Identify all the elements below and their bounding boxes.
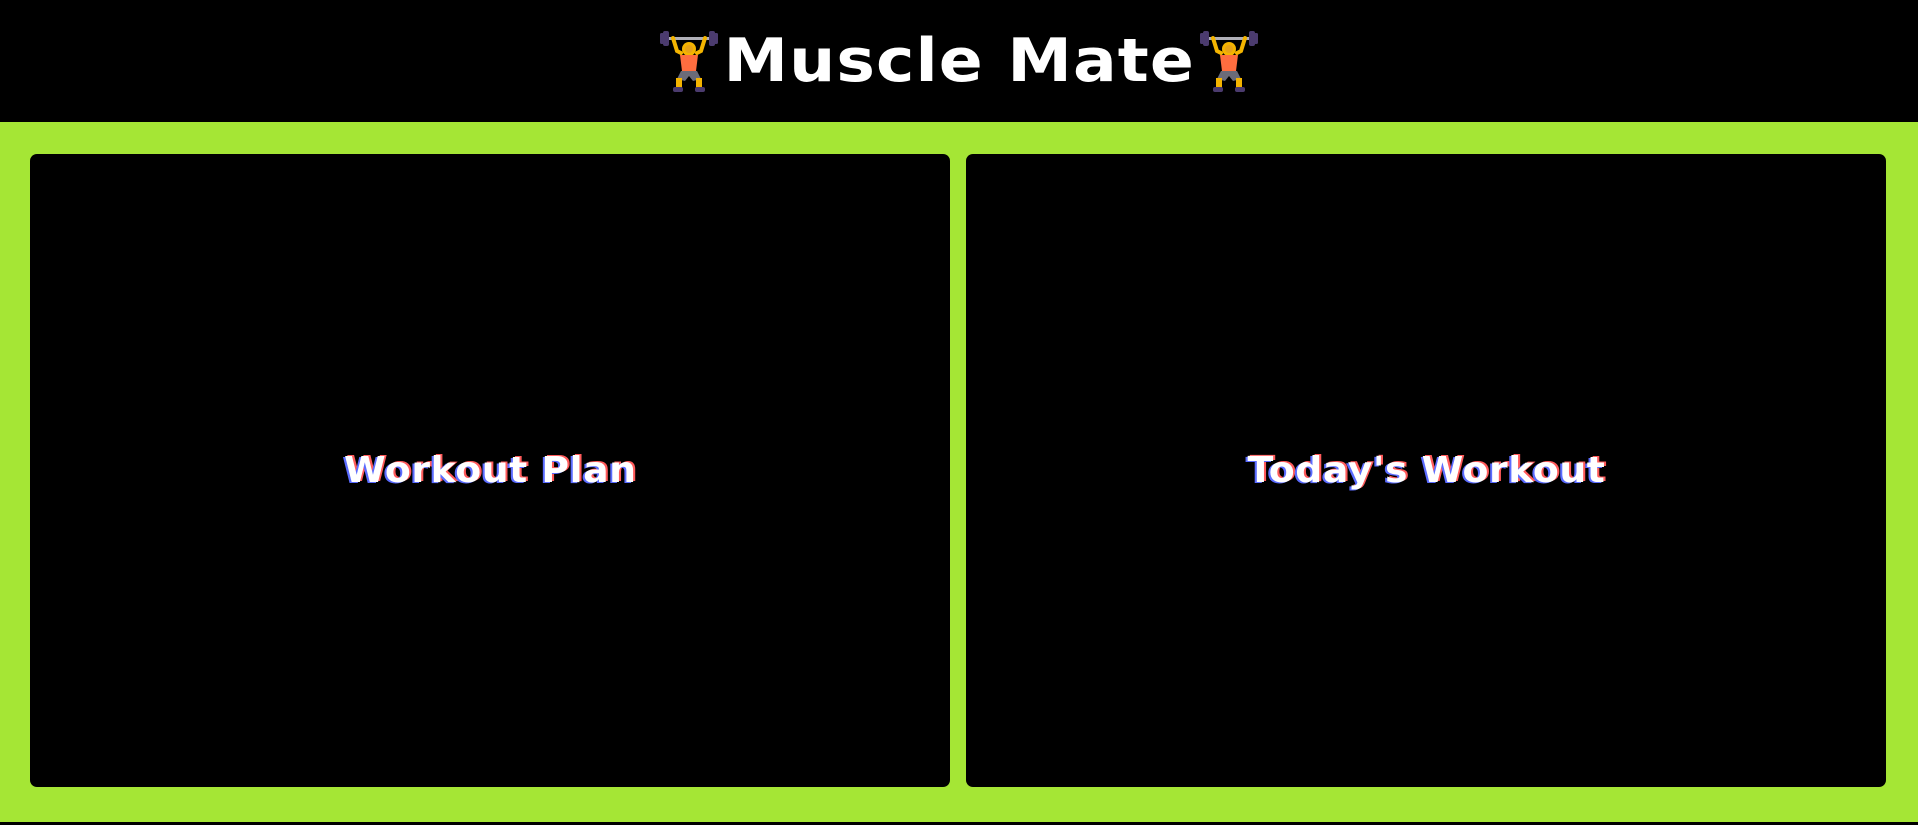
weight-lifter-icon bbox=[1199, 29, 1259, 93]
workout-plan-card[interactable]: Workout Plan bbox=[30, 154, 950, 787]
todays-workout-label: Today's Workout bbox=[1247, 450, 1605, 491]
weight-lifter-icon bbox=[659, 29, 719, 93]
workout-plan-label: Workout Plan bbox=[343, 450, 637, 491]
main-panel: Workout Plan Today's Workout bbox=[0, 122, 1918, 822]
todays-workout-card[interactable]: Today's Workout bbox=[966, 154, 1886, 787]
app-header: Muscle Mate bbox=[0, 0, 1918, 122]
app-title: Muscle Mate bbox=[723, 26, 1195, 96]
